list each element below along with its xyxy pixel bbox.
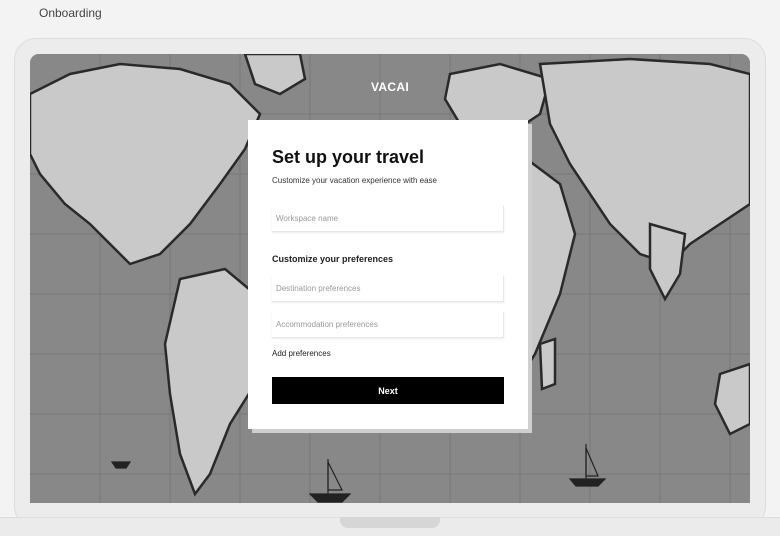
laptop-notch bbox=[340, 517, 440, 528]
brand-logo: VACAI bbox=[371, 80, 409, 94]
card-subtitle: Customize your vacation experience with … bbox=[272, 176, 437, 185]
page-label: Onboarding bbox=[39, 6, 102, 20]
destination-preferences-placeholder: Destination preferences bbox=[276, 284, 361, 293]
workspace-name-input[interactable]: Workspace name bbox=[272, 206, 504, 232]
next-button[interactable]: Next bbox=[272, 377, 504, 404]
onboarding-card: Set up your travel Customize your vacati… bbox=[248, 120, 528, 429]
workspace-name-placeholder: Workspace name bbox=[276, 214, 339, 223]
destination-preferences-input[interactable]: Destination preferences bbox=[272, 276, 504, 302]
accommodation-preferences-placeholder: Accommodation preferences bbox=[276, 320, 378, 329]
add-preferences-link[interactable]: Add preferences bbox=[272, 349, 331, 358]
card-title: Set up your travel bbox=[272, 147, 425, 167]
preferences-heading: Customize your preferences bbox=[272, 254, 394, 264]
accommodation-preferences-input[interactable]: Accommodation preferences bbox=[272, 312, 504, 338]
